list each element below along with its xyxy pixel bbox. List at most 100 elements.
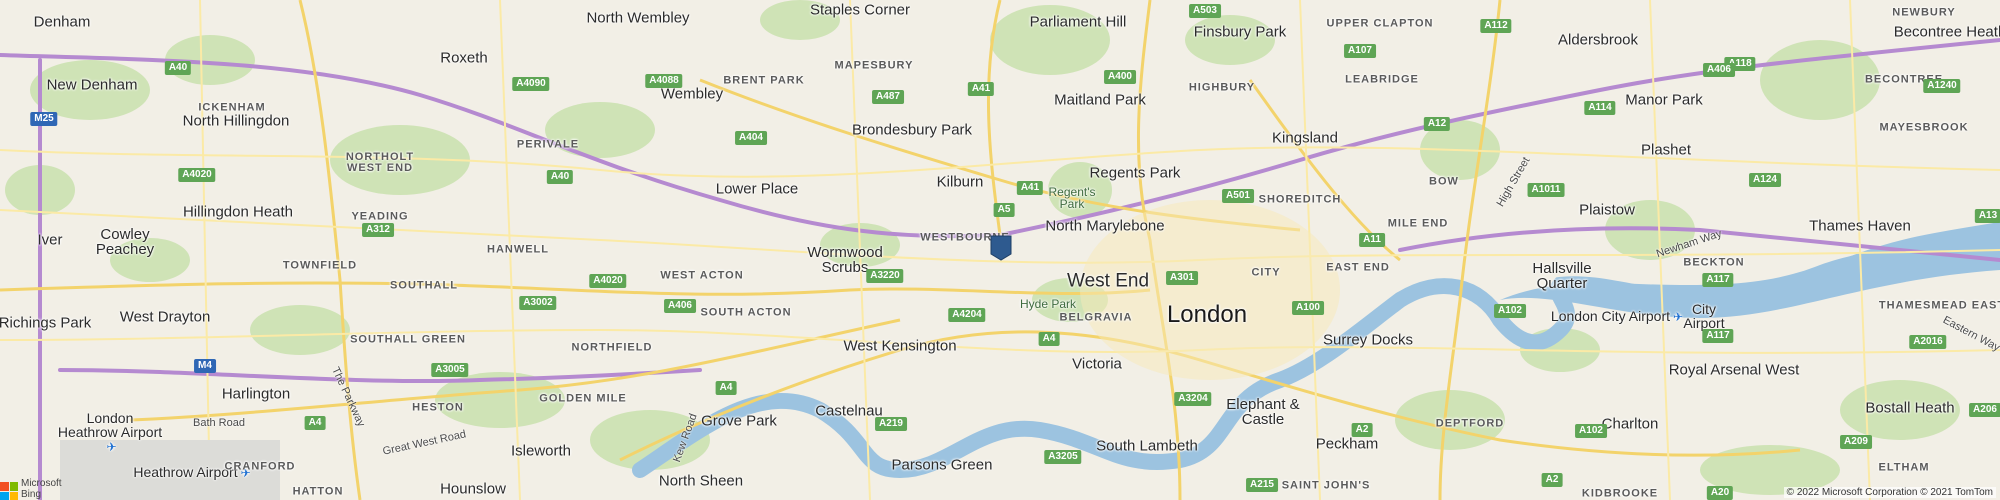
place-label-denham: Denham [33, 13, 91, 31]
place-label-elephant-castle: Elephant & Castle [1226, 396, 1300, 428]
place-label-london-heathrow-airport: London Heathrow Airport✈ [57, 410, 163, 454]
microsoft-logo-icon [0, 482, 18, 500]
road-shield: A40 [164, 61, 192, 75]
district-label: MAPESBURY [834, 59, 914, 72]
district-label: BOW [1429, 175, 1459, 188]
place-label-thames-haven: Thames Haven [1809, 217, 1911, 235]
road-shield: A487 [872, 90, 904, 104]
place-label-city-airport: City Airport [1683, 301, 1725, 331]
road-shield: A301 [1166, 271, 1198, 285]
road-shield: A4 [1038, 332, 1060, 346]
district-label: HATTON [292, 485, 344, 498]
district-label: BELGRAVIA [1059, 311, 1133, 324]
road-shield: A400 [1104, 70, 1136, 84]
road-shield: A100 [1292, 301, 1324, 315]
place-label-wembley: Wembley [660, 85, 724, 103]
place-label-west-drayton: West Drayton [119, 308, 211, 326]
district-label: NORTHOLT WEST END [345, 151, 415, 174]
district-label: MILE END [1387, 217, 1449, 230]
district-label: DEPTFORD [1435, 417, 1505, 430]
road-shield: A4020 [178, 168, 216, 182]
place-label-hounslow: Hounslow [440, 480, 506, 498]
road-shield: A1240 [1923, 79, 1961, 93]
road-shield: A501 [1222, 189, 1254, 203]
road-shield: A4 [304, 416, 326, 430]
place-label-victoria: Victoria [1072, 355, 1122, 373]
district-label: WEST ACTON [660, 269, 744, 282]
district-label: SAINT JOHN'S [1281, 479, 1371, 492]
park-label-hyde-park: Hyde Park [1019, 297, 1077, 311]
place-label-london-city-airport: London City Airport ✈ [1550, 308, 1684, 324]
road-shield: A124 [1749, 173, 1781, 187]
place-label-north-marylebone: North Marylebone [1045, 217, 1165, 235]
place-label-parsons-green: Parsons Green [891, 456, 993, 474]
district-label: TOWNFIELD [282, 259, 358, 272]
road-shield: A5 [993, 203, 1015, 217]
place-label-staples-corner: Staples Corner [809, 1, 911, 19]
road-shield: A1011 [1527, 183, 1565, 197]
place-label-plaistow: Plaistow [1579, 201, 1635, 219]
district-label: NEWBURY [1892, 6, 1956, 19]
motorway-shield: M4 [194, 359, 216, 373]
brand-line-1: Microsoft [21, 478, 62, 489]
road-shield: A4088 [645, 74, 683, 88]
place-label-north-sheen: North Sheen [658, 472, 744, 490]
place-label-new-denham: New Denham [46, 76, 138, 94]
road-shield: A12 [1423, 117, 1451, 131]
road-shield: A209 [1840, 435, 1872, 449]
district-label: YEADING [351, 210, 409, 223]
district-label: CITY [1251, 266, 1281, 279]
place-label-plashet: Plashet [1640, 141, 1692, 159]
place-label-grove-park: Grove Park [701, 412, 777, 430]
road-shield: A11 [1359, 233, 1385, 247]
place-label-hillingdon-heath: Hillingdon Heath [182, 203, 294, 221]
district-label: MAYESBROOK [1879, 121, 1969, 134]
road-shield: A13 [1974, 209, 2000, 223]
place-label-maitland-park: Maitland Park [1054, 91, 1146, 109]
place-label-north-wembley: North Wembley [586, 9, 690, 27]
copyright-notice: © 2022 Microsoft Corporation © 2021 TomT… [1783, 487, 1996, 498]
district-label: ICKENHAM [198, 101, 266, 114]
road-shield: A117 [1702, 329, 1734, 343]
road-shield: A3005 [431, 363, 469, 377]
place-label-charlton: Charlton [1601, 415, 1659, 433]
district-label: BECKTON [1683, 256, 1745, 269]
road-shield: A107 [1344, 44, 1376, 58]
place-label-kingsland: Kingsland [1272, 129, 1338, 147]
place-label-brondesbury-park: Brondesbury Park [851, 121, 973, 139]
road-shield: A20 [1706, 486, 1734, 500]
place-label-manor-park: Manor Park [1625, 91, 1703, 109]
place-label-roxeth: Roxeth [440, 49, 488, 67]
place-label-isleworth: Isleworth [510, 442, 572, 460]
road-shield: A2 [1351, 423, 1373, 437]
road-shield: A4204 [948, 308, 986, 322]
road-shield: A215 [1246, 478, 1278, 492]
place-label-becontree-heath: Becontree Heath [1893, 23, 2000, 41]
road-shield: A2016 [1909, 335, 1947, 349]
road-shield: A40 [546, 170, 574, 184]
road-shield: A112 [1480, 19, 1512, 33]
place-label-iver: Iver [37, 231, 63, 249]
road-shield: A404 [735, 131, 767, 145]
district-label: NORTHFIELD [571, 341, 653, 354]
map-view[interactable]: Denham North Wembley Staples Corner Parl… [0, 0, 2000, 500]
airport-icon: ✈ [106, 440, 117, 454]
place-label-royal-arsenal-west: Royal Arsenal West [1668, 361, 1800, 379]
place-label-cowley-peachey: Cowley Peachey [95, 226, 155, 258]
road-shield: A41 [1016, 181, 1044, 195]
district-label: PERIVALE [516, 138, 580, 151]
road-shield: A4090 [512, 77, 550, 91]
place-label-hallsville-quarter: Hallsville Quarter [1532, 260, 1592, 292]
road-shield: A3204 [1174, 392, 1212, 406]
place-label-west-end: West End [1066, 270, 1150, 292]
place-label-south-lambeth: South Lambeth [1096, 437, 1198, 455]
road-shield: A312 [362, 223, 394, 237]
place-label-harlington: Harlington [221, 385, 291, 403]
place-label-north-hillingdon: North Hillingdon [182, 112, 290, 130]
road-shield: A206 [1969, 403, 2000, 417]
place-label-finsbury-park: Finsbury Park [1193, 23, 1287, 41]
location-pin-icon[interactable] [990, 235, 1012, 261]
map-brand: Microsoft Bing [0, 478, 62, 500]
district-label: GOLDEN MILE [539, 392, 627, 405]
road-shield: A219 [875, 417, 907, 431]
